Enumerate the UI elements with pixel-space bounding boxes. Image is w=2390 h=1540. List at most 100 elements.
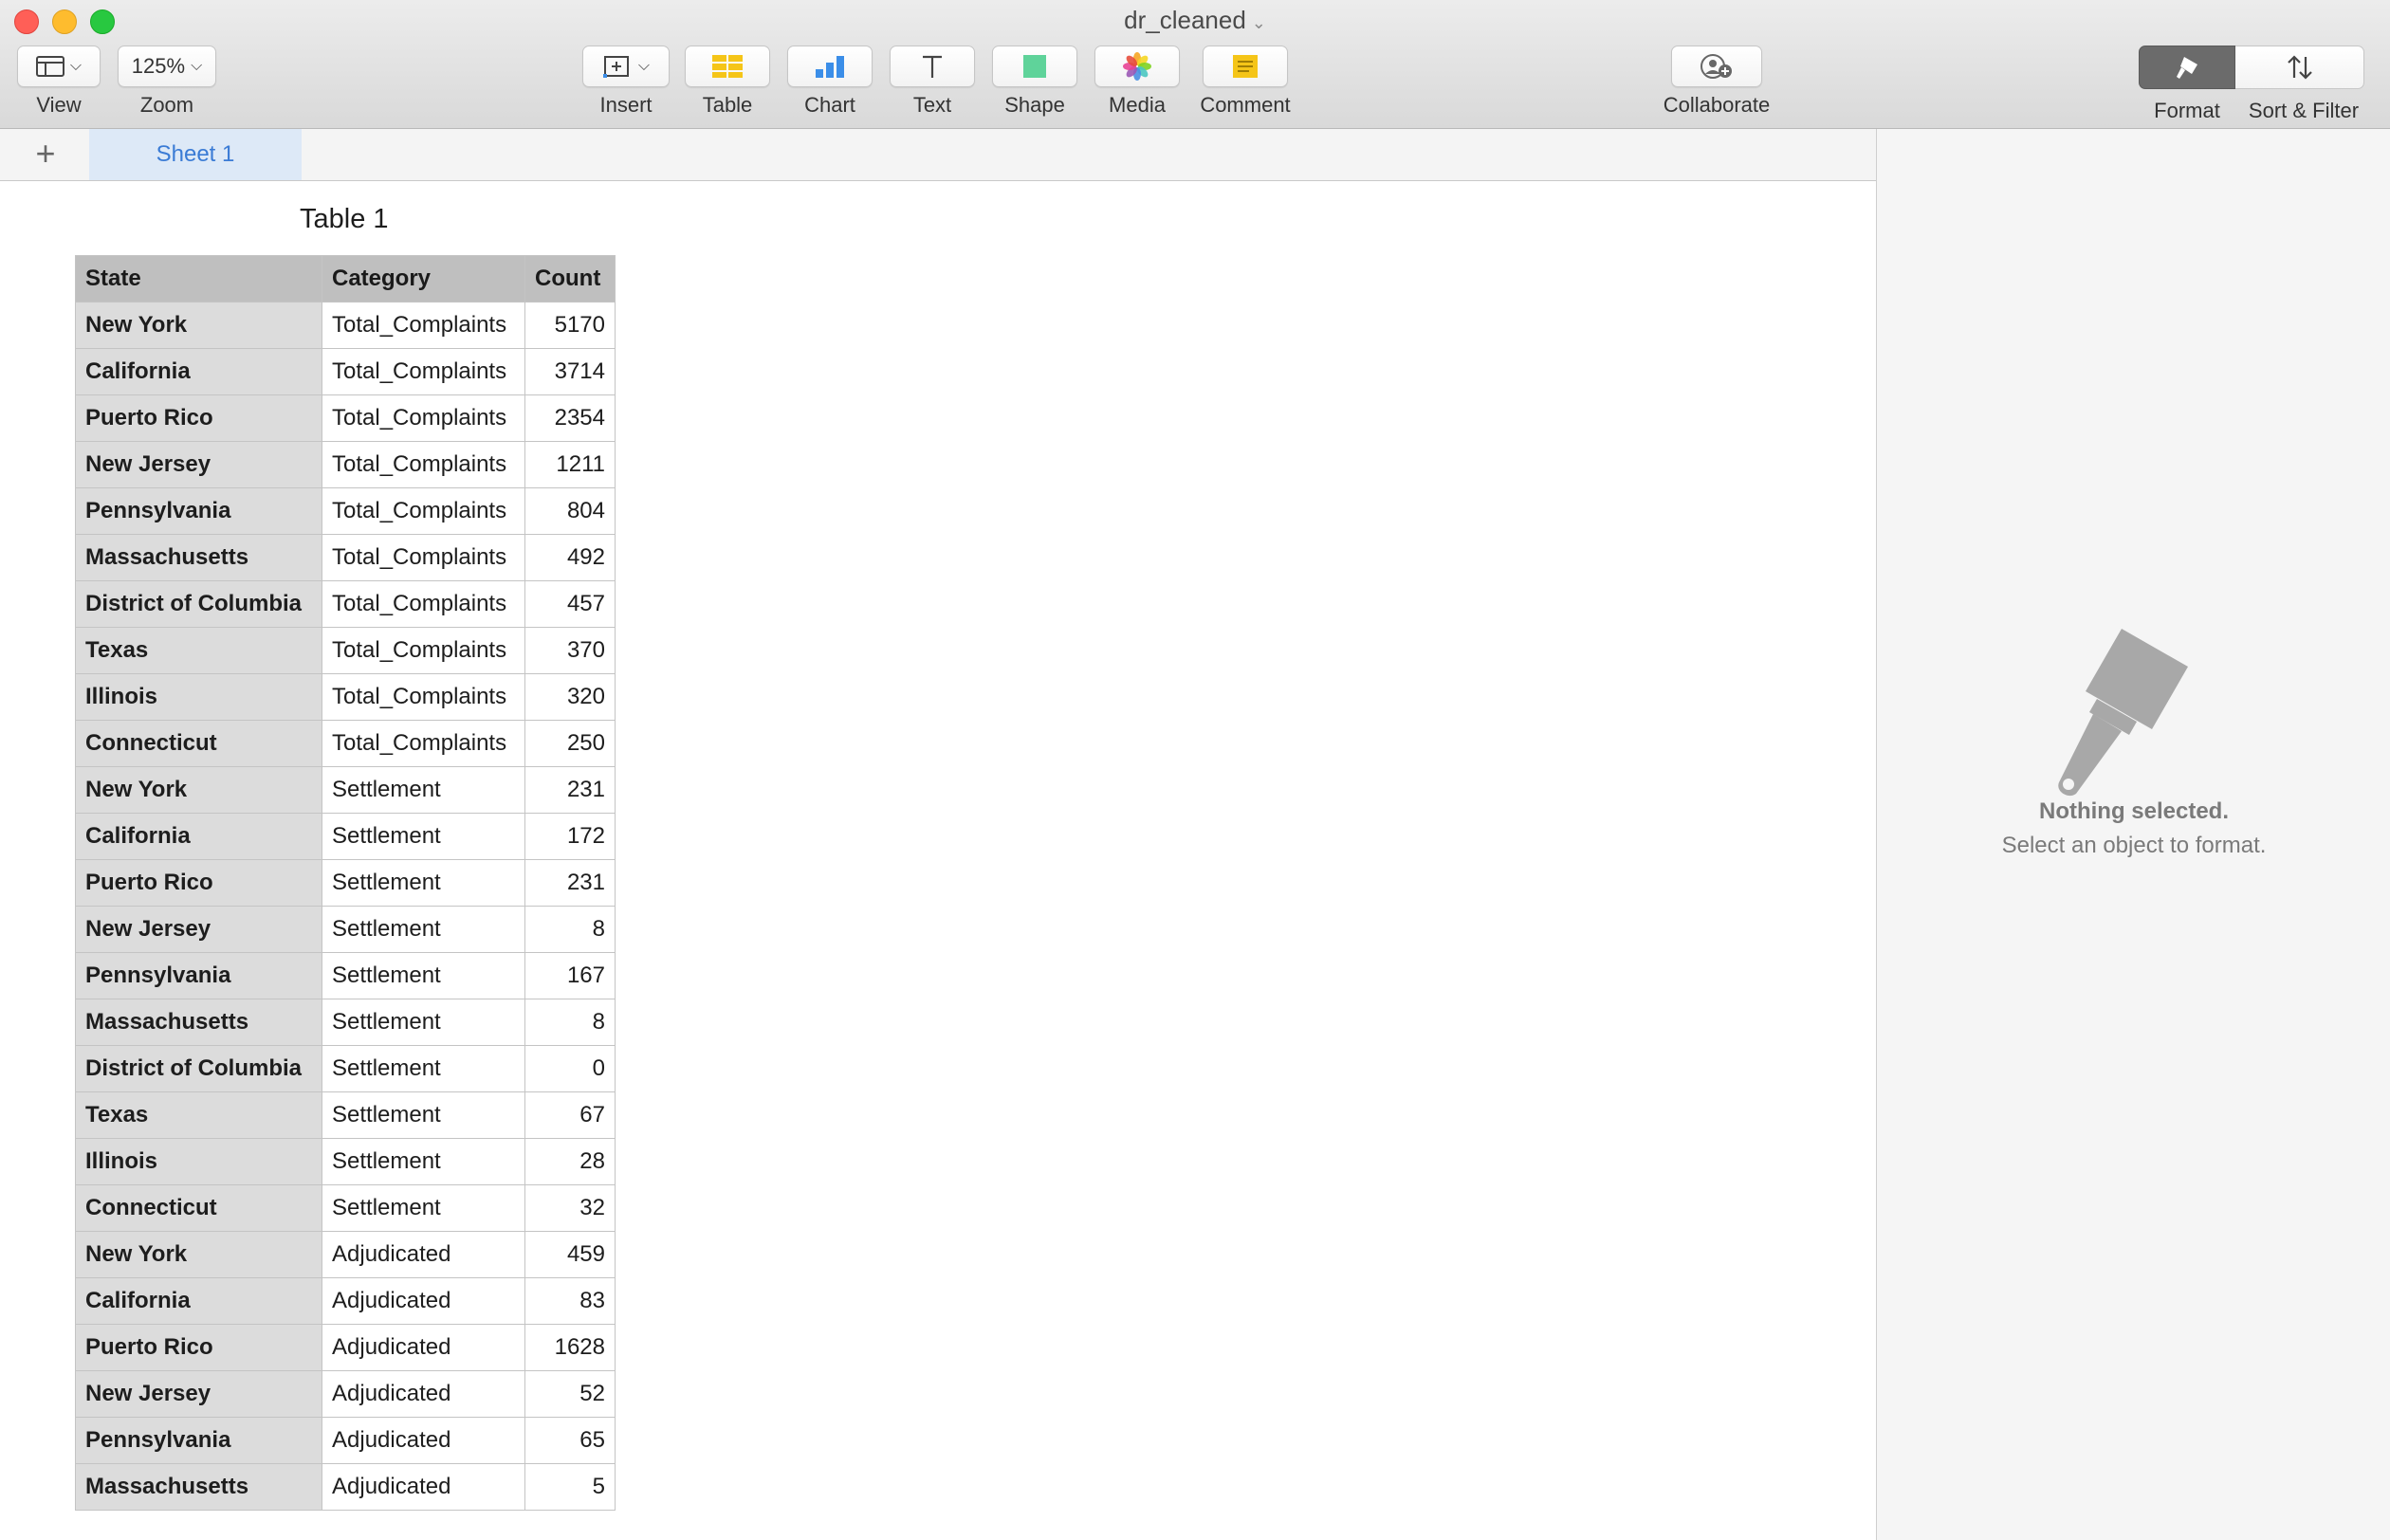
cell-state[interactable]: District of Columbia bbox=[75, 580, 322, 628]
cell-count[interactable]: 457 bbox=[524, 580, 616, 628]
cell-count[interactable]: 492 bbox=[524, 534, 616, 581]
cell-state[interactable]: New Jersey bbox=[75, 906, 322, 953]
cell-count[interactable]: 231 bbox=[524, 859, 616, 907]
cell-count[interactable]: 8 bbox=[524, 999, 616, 1046]
cell-category[interactable]: Settlement bbox=[322, 859, 525, 907]
cell-state[interactable]: New Jersey bbox=[75, 1370, 322, 1418]
cell-category[interactable]: Settlement bbox=[322, 906, 525, 953]
cell-count[interactable]: 231 bbox=[524, 766, 616, 814]
cell-count[interactable]: 65 bbox=[524, 1417, 616, 1464]
cell-state[interactable]: Texas bbox=[75, 627, 322, 674]
cell-category[interactable]: Total_Complaints bbox=[322, 394, 525, 442]
data-table[interactable]: State Category Count New York Total_Compl… bbox=[75, 255, 616, 1511]
cell-category[interactable]: Settlement bbox=[322, 1184, 525, 1232]
table-title[interactable]: Table 1 bbox=[300, 204, 389, 235]
cell-count[interactable]: 83 bbox=[524, 1277, 616, 1325]
cell-category[interactable]: Adjudicated bbox=[322, 1324, 525, 1371]
cell-count[interactable]: 8 bbox=[524, 906, 616, 953]
cell-category[interactable]: Settlement bbox=[322, 813, 525, 860]
cell-category[interactable]: Total_Complaints bbox=[322, 348, 525, 395]
cell-count[interactable]: 28 bbox=[524, 1138, 616, 1185]
cell-state[interactable]: Connecticut bbox=[75, 720, 322, 767]
cell-state[interactable]: Pennsylvania bbox=[75, 487, 322, 535]
cell-state[interactable]: Connecticut bbox=[75, 1184, 322, 1232]
cell-count[interactable]: 1628 bbox=[524, 1324, 616, 1371]
cell-count[interactable]: 3714 bbox=[524, 348, 616, 395]
cell-category[interactable]: Total_Complaints bbox=[322, 673, 525, 721]
cell-category[interactable]: Settlement bbox=[322, 952, 525, 999]
cell-category[interactable]: Settlement bbox=[322, 766, 525, 814]
cell-count[interactable]: 67 bbox=[524, 1091, 616, 1139]
cell-category[interactable]: Adjudicated bbox=[322, 1370, 525, 1418]
cell-state[interactable]: Illinois bbox=[75, 1138, 322, 1185]
media-button[interactable] bbox=[1094, 46, 1180, 87]
cell-state[interactable]: California bbox=[75, 1277, 322, 1325]
cell-category[interactable]: Adjudicated bbox=[322, 1463, 525, 1511]
cell-state[interactable]: Massachusetts bbox=[75, 999, 322, 1046]
cell-state[interactable]: Pennsylvania bbox=[75, 1417, 322, 1464]
text-button[interactable] bbox=[890, 46, 975, 87]
header-cell-category[interactable]: Category bbox=[322, 255, 525, 302]
cell-count[interactable]: 2354 bbox=[524, 394, 616, 442]
add-sheet-button[interactable]: + bbox=[27, 135, 64, 173]
cell-category[interactable]: Total_Complaints bbox=[322, 302, 525, 349]
cell-state[interactable]: Massachusetts bbox=[75, 534, 322, 581]
cell-count[interactable]: 804 bbox=[524, 487, 616, 535]
cell-category[interactable]: Adjudicated bbox=[322, 1277, 525, 1325]
document-title[interactable]: dr_cleaned ⌄ bbox=[0, 6, 2390, 35]
format-button[interactable] bbox=[2139, 46, 2235, 89]
cell-state[interactable]: Texas bbox=[75, 1091, 322, 1139]
cell-state[interactable]: New York bbox=[75, 302, 322, 349]
cell-state[interactable]: New York bbox=[75, 1231, 322, 1278]
cell-category[interactable]: Adjudicated bbox=[322, 1231, 525, 1278]
cell-count[interactable]: 370 bbox=[524, 627, 616, 674]
table-button[interactable] bbox=[685, 46, 770, 87]
cell-state[interactable]: Illinois bbox=[75, 673, 322, 721]
cell-category[interactable]: Total_Complaints bbox=[322, 580, 525, 628]
comment-button[interactable] bbox=[1203, 46, 1288, 87]
cell-category[interactable]: Settlement bbox=[322, 1091, 525, 1139]
sheet-canvas[interactable]: Table 1 State Category Count New York Tot… bbox=[0, 181, 1876, 1540]
shape-button[interactable] bbox=[992, 46, 1077, 87]
cell-category[interactable]: Total_Complaints bbox=[322, 534, 525, 581]
cell-category[interactable]: Settlement bbox=[322, 1045, 525, 1092]
cell-count[interactable]: 5 bbox=[524, 1463, 616, 1511]
cell-count[interactable]: 167 bbox=[524, 952, 616, 999]
sort-filter-button[interactable] bbox=[2235, 46, 2364, 89]
cell-state[interactable]: New Jersey bbox=[75, 441, 322, 488]
view-button[interactable]: ⌵ bbox=[17, 46, 101, 87]
cell-count[interactable]: 172 bbox=[524, 813, 616, 860]
tab-sheet-1[interactable]: Sheet 1 bbox=[89, 129, 302, 180]
collaborate-button[interactable] bbox=[1671, 46, 1762, 87]
cell-state[interactable]: Puerto Rico bbox=[75, 859, 322, 907]
zoom-dropdown[interactable]: 125% ⌵ bbox=[118, 46, 216, 87]
cell-state[interactable]: Pennsylvania bbox=[75, 952, 322, 999]
cell-category[interactable]: Total_Complaints bbox=[322, 720, 525, 767]
cell-state[interactable]: California bbox=[75, 813, 322, 860]
chevron-down-icon: ⌵ bbox=[637, 58, 651, 74]
insert-button[interactable]: ⌵ bbox=[582, 46, 670, 87]
cell-count[interactable]: 459 bbox=[524, 1231, 616, 1278]
cell-count[interactable]: 1211 bbox=[524, 441, 616, 488]
header-cell-state[interactable]: State bbox=[75, 255, 322, 302]
cell-count[interactable]: 0 bbox=[524, 1045, 616, 1092]
cell-state[interactable]: Puerto Rico bbox=[75, 394, 322, 442]
cell-state[interactable]: New York bbox=[75, 766, 322, 814]
cell-category[interactable]: Settlement bbox=[322, 999, 525, 1046]
cell-count[interactable]: 320 bbox=[524, 673, 616, 721]
cell-count[interactable]: 52 bbox=[524, 1370, 616, 1418]
cell-category[interactable]: Settlement bbox=[322, 1138, 525, 1185]
cell-category[interactable]: Total_Complaints bbox=[322, 441, 525, 488]
cell-category[interactable]: Adjudicated bbox=[322, 1417, 525, 1464]
cell-category[interactable]: Total_Complaints bbox=[322, 627, 525, 674]
cell-count[interactable]: 5170 bbox=[524, 302, 616, 349]
cell-category[interactable]: Total_Complaints bbox=[322, 487, 525, 535]
cell-count[interactable]: 32 bbox=[524, 1184, 616, 1232]
cell-state[interactable]: Massachusetts bbox=[75, 1463, 322, 1511]
cell-state[interactable]: California bbox=[75, 348, 322, 395]
cell-count[interactable]: 250 bbox=[524, 720, 616, 767]
cell-state[interactable]: Puerto Rico bbox=[75, 1324, 322, 1371]
chart-button[interactable] bbox=[787, 46, 873, 87]
cell-state[interactable]: District of Columbia bbox=[75, 1045, 322, 1092]
header-cell-count[interactable]: Count bbox=[524, 255, 616, 302]
